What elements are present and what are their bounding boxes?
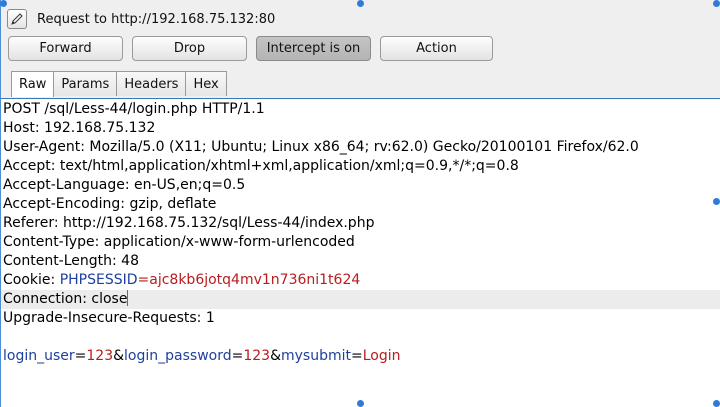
param-name-mysubmit: mysubmit [281,348,351,364]
param-eq: = [231,348,244,364]
param-eq: = [74,348,87,364]
drop-button[interactable]: Drop [132,36,247,61]
resize-handle-bottom-right[interactable] [713,400,720,407]
selection-left-edge [0,0,1,407]
cookie-prefix: Cookie: [3,272,60,288]
action-button[interactable]: Action [380,36,493,61]
header-accept[interactable]: Accept: text/html,application/xhtml+xml,… [3,157,519,176]
intercept-toggle-button[interactable]: Intercept is on [256,36,371,61]
request-line[interactable]: POST /sql/Less-44/login.php HTTP/1.1 [3,100,265,119]
tab-params[interactable]: Params [53,71,118,96]
resize-handle-top-left[interactable] [0,0,7,7]
header-accept-language[interactable]: Accept-Language: en-US,en;q=0.5 [3,176,245,195]
text-caret [127,290,129,306]
param-eq: = [351,348,363,364]
param-name-login-password: login_password [124,348,232,364]
request-title: Request to http://192.168.75.132:80 [37,11,276,27]
header-content-length[interactable]: Content-Length: 48 [3,252,139,271]
resize-handle-top[interactable] [357,0,364,7]
forward-button[interactable]: Forward [8,36,123,61]
tab-headers[interactable]: Headers [116,71,187,96]
param-value-login-password: 123 [243,348,271,364]
param-separator: & [270,348,281,364]
header-content-type[interactable]: Content-Type: application/x-www-form-url… [3,233,355,252]
header-cookie[interactable]: Cookie: PHPSESSID=ajc8kb6jotq4mv1n736ni1… [3,271,360,290]
tab-raw[interactable]: Raw [11,71,55,97]
header-host[interactable]: Host: 192.168.75.132 [3,119,155,138]
header-user-agent[interactable]: User-Agent: Mozilla/5.0 (X11; Ubuntu; Li… [3,138,639,157]
pencil-icon[interactable] [7,9,27,29]
resize-handle-bottom[interactable] [357,400,364,407]
intercept-panel: Request to http://192.168.75.132:80 Forw… [0,0,720,98]
header-referer[interactable]: Referer: http://192.168.75.132/sql/Less-… [3,214,374,233]
param-name-login-user: login_user [3,348,75,364]
request-body[interactable]: login_user=123&login_password=123&mysubm… [3,347,401,366]
raw-request-editor[interactable]: POST /sql/Less-44/login.php HTTP/1.1 Hos… [0,98,720,407]
cookie-value: ajc8kb6jotq4mv1n736ni1t624 [149,272,361,288]
resize-handle-top-right[interactable] [713,0,720,7]
header-connection[interactable]: Connection: close [3,290,129,309]
request-title-row: Request to http://192.168.75.132:80 [7,8,275,30]
param-value-mysubmit: Login [362,348,401,364]
cookie-name: PHPSESSID [59,272,138,288]
connection-text: Connection: close [3,291,128,307]
header-accept-encoding[interactable]: Accept-Encoding: gzip, deflate [3,195,216,214]
cookie-equals: = [137,272,150,288]
param-value-login-user: 123 [86,348,114,364]
param-separator: & [113,348,125,364]
header-upgrade-insecure[interactable]: Upgrade-Insecure-Requests: 1 [3,309,215,328]
tab-hex[interactable]: Hex [185,71,227,96]
message-tabs: Raw Params Headers Hex [11,71,227,97]
resize-handle-right[interactable] [713,198,720,205]
